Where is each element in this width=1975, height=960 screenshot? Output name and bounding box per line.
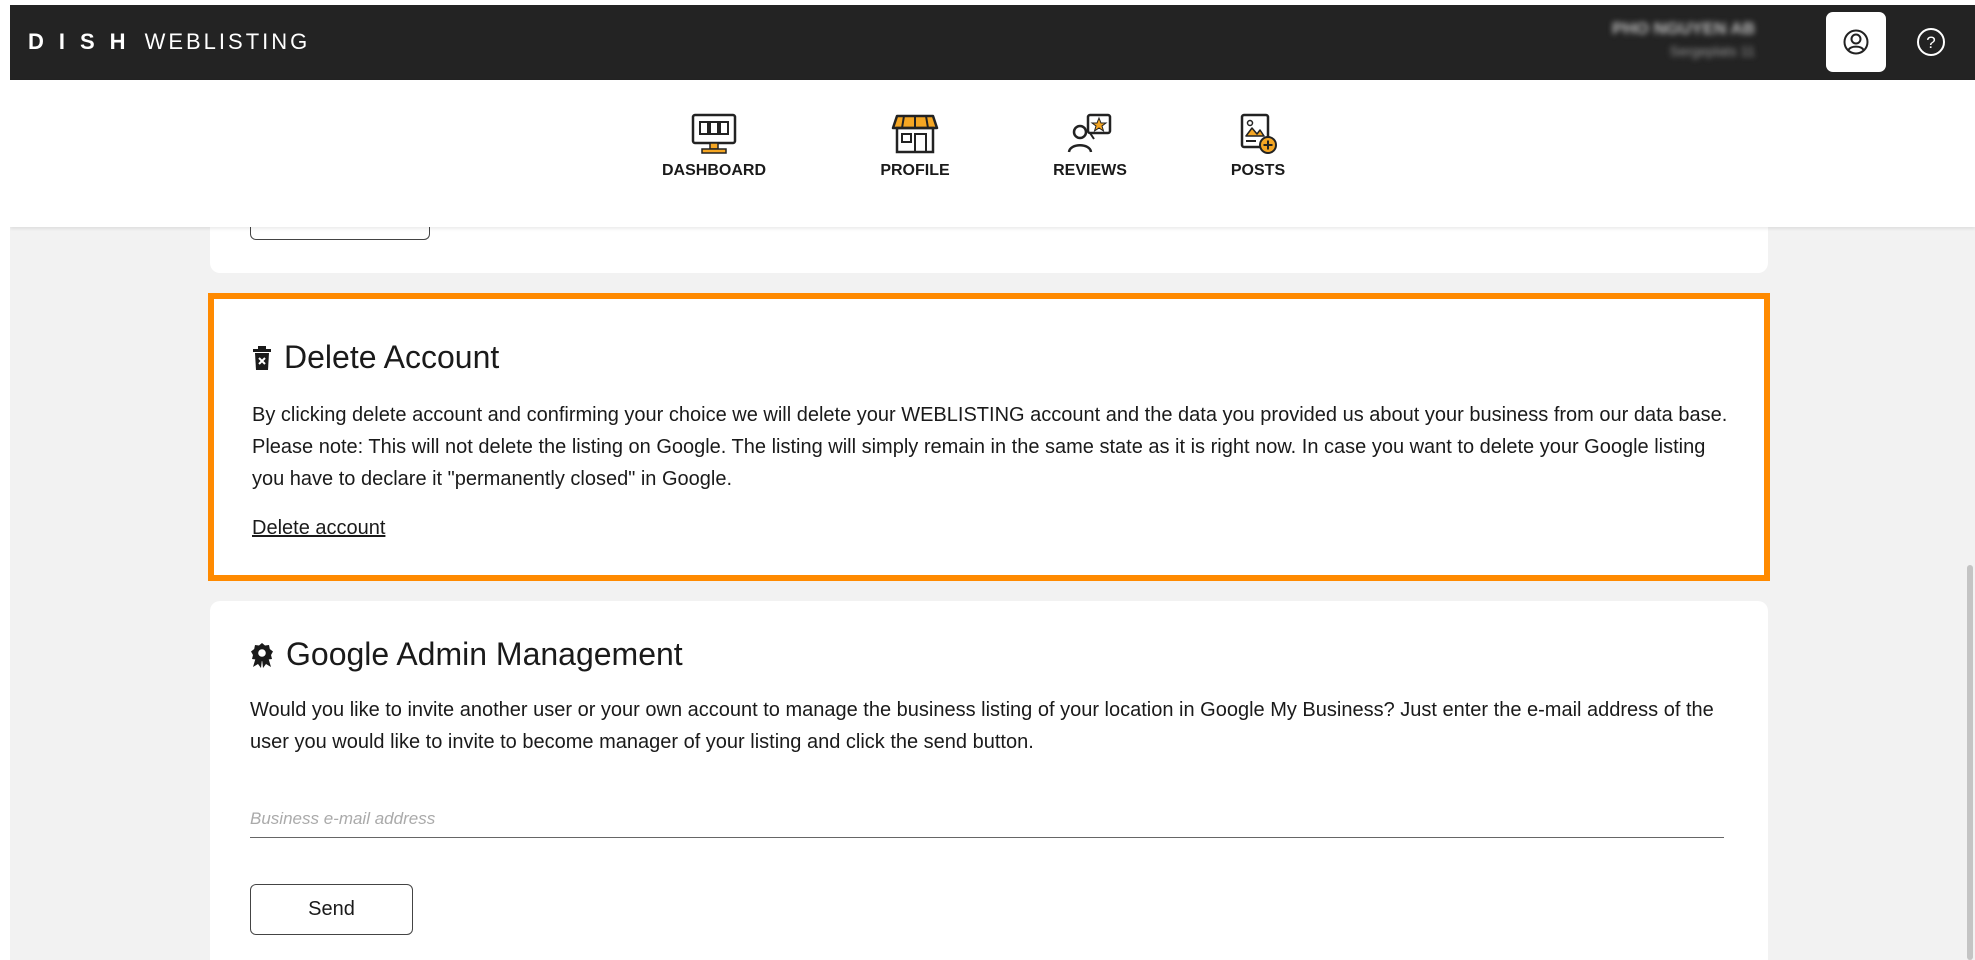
logo-text: WEBLISTING bbox=[144, 29, 311, 54]
nav-posts[interactable]: POSTS bbox=[1188, 112, 1328, 180]
main-navigation: DASHBOARD PROFILE REVIEWS POSTS bbox=[10, 80, 1975, 227]
google-admin-description: Would you like to invite another user or… bbox=[250, 699, 1714, 753]
help-button[interactable]: ? bbox=[1916, 27, 1946, 57]
account-button[interactable] bbox=[1826, 12, 1886, 72]
delete-account-heading: Delete Account bbox=[252, 339, 499, 376]
nav-profile-label: PROFILE bbox=[880, 162, 950, 179]
delete-account-card: Delete Account By clicking delete accoun… bbox=[208, 293, 1770, 581]
delete-account-link[interactable]: Delete account bbox=[252, 517, 385, 540]
app-frame: DISH WEBLISTING PHO NGUYEN AB Sergeplats… bbox=[10, 5, 1975, 960]
nav-reviews-label: REVIEWS bbox=[1053, 162, 1127, 179]
google-admin-title: Google Admin Management bbox=[286, 636, 683, 672]
posts-add-image-icon bbox=[1240, 113, 1277, 154]
top-bar: DISH WEBLISTING PHO NGUYEN AB Sergeplats… bbox=[10, 5, 1975, 80]
page-scrollbar[interactable] bbox=[1967, 565, 1973, 960]
nav-dashboard-label: DASHBOARD bbox=[662, 162, 766, 179]
app-logo[interactable]: DISH WEBLISTING bbox=[28, 27, 310, 57]
delete-account-title: Delete Account bbox=[284, 339, 500, 375]
user-name: PHO NGUYEN AB bbox=[1612, 19, 1755, 38]
nav-dashboard[interactable]: DASHBOARD bbox=[644, 112, 784, 180]
business-email-input[interactable] bbox=[250, 801, 1724, 838]
nav-profile[interactable]: PROFILE bbox=[845, 112, 985, 180]
send-button[interactable]: Send bbox=[250, 884, 413, 935]
user-avatar-icon bbox=[1843, 29, 1869, 55]
google-admin-card: Google Admin Management Would you like t… bbox=[210, 601, 1768, 960]
logo-mark: DISH bbox=[28, 29, 141, 54]
storefront-icon bbox=[891, 114, 939, 154]
google-admin-heading: Google Admin Management bbox=[250, 636, 683, 673]
user-location: Sergeplats 11 bbox=[1669, 43, 1755, 59]
nav-reviews[interactable]: REVIEWS bbox=[1020, 112, 1160, 180]
help-question-icon: ? bbox=[1917, 28, 1945, 56]
badge-award-icon bbox=[251, 642, 273, 668]
nav-posts-label: POSTS bbox=[1230, 162, 1286, 179]
trash-bin-icon bbox=[253, 345, 271, 370]
reviews-star-icon bbox=[1067, 113, 1112, 153]
svg-text:?: ? bbox=[1926, 33, 1935, 52]
dashboard-monitor-icon bbox=[691, 113, 737, 154]
user-info[interactable]: PHO NGUYEN AB Sergeplats 11 bbox=[1575, 15, 1765, 69]
delete-account-description: By clicking delete account and confirmin… bbox=[252, 404, 1728, 490]
